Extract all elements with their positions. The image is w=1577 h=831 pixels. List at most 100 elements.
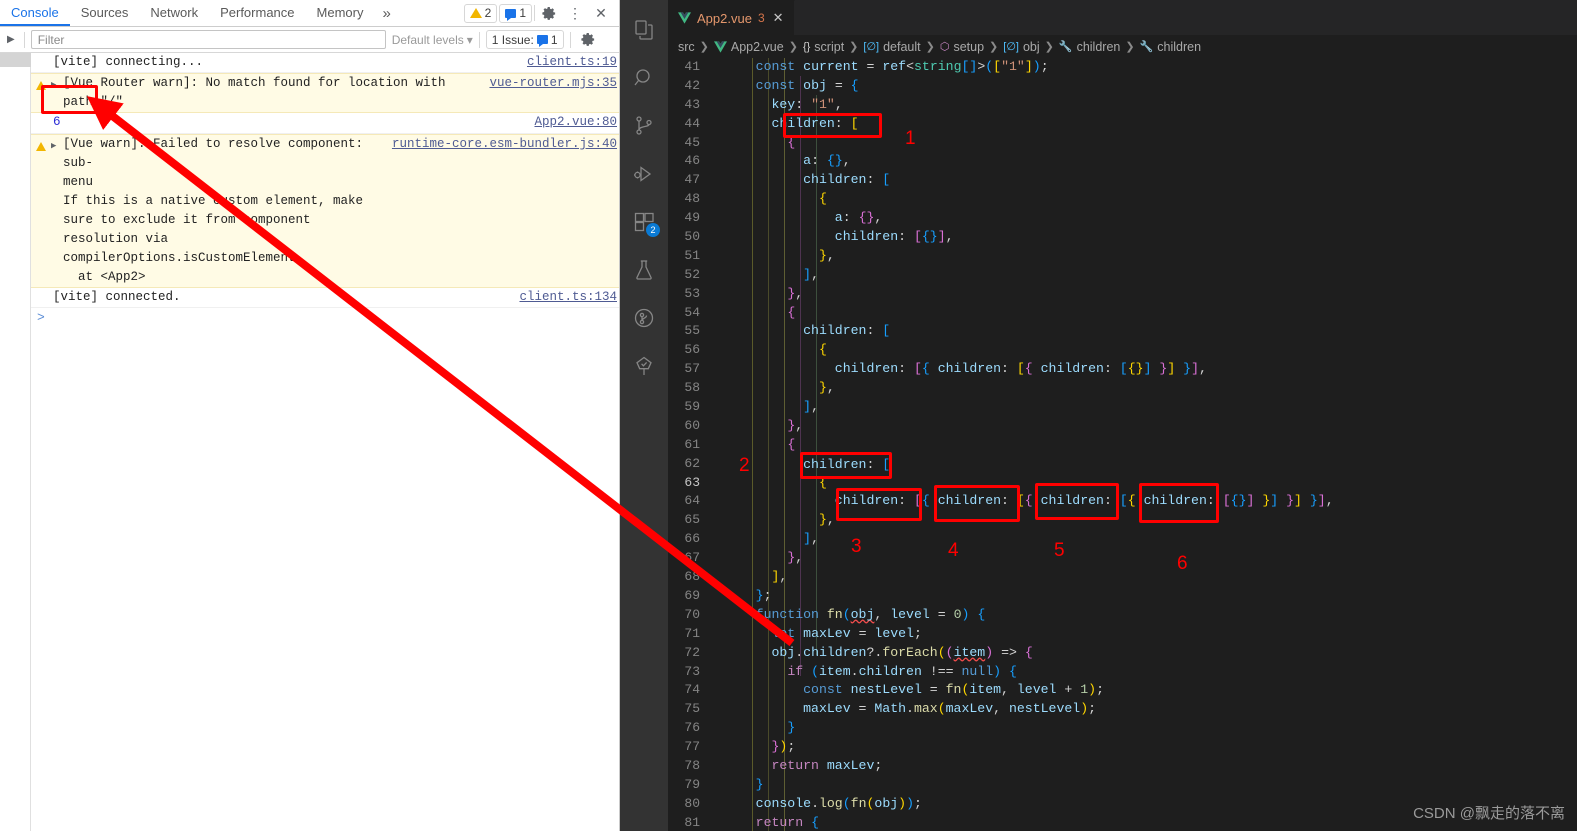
tab-app2-vue[interactable]: App2.vue 3 ✕ bbox=[668, 0, 795, 35]
sidebar-toggle-icon[interactable]: ▶ bbox=[4, 34, 18, 45]
tab-memory[interactable]: Memory bbox=[306, 0, 375, 26]
code-editor[interactable]: 41 const current = ref<string[]>(["1"]);… bbox=[668, 58, 1577, 831]
code-line[interactable]: 50 children: [{}], bbox=[668, 228, 1577, 247]
code-line[interactable]: 41 const current = ref<string[]>(["1"]); bbox=[668, 58, 1577, 77]
code-line[interactable]: 47 children: [ bbox=[668, 171, 1577, 190]
code-line[interactable]: 62 children: [ bbox=[668, 454, 1577, 474]
code-line[interactable]: 56 { bbox=[668, 341, 1577, 360]
breadcrumb-item-setup[interactable]: ⬡ setup bbox=[940, 40, 984, 54]
source-control-icon[interactable] bbox=[620, 102, 668, 150]
extensions-icon[interactable]: 2 bbox=[620, 198, 668, 246]
project-tree-icon[interactable] bbox=[620, 342, 668, 390]
warning-count-badge[interactable]: 2 bbox=[463, 3, 498, 23]
search-icon[interactable] bbox=[620, 54, 668, 102]
code-line[interactable]: 49 a: {}, bbox=[668, 209, 1577, 228]
code-line[interactable]: 63 { bbox=[668, 474, 1577, 493]
console-source-link[interactable]: client.ts:134 bbox=[511, 288, 617, 307]
close-devtools-icon[interactable]: ✕ bbox=[589, 2, 613, 24]
expand-triangle-icon[interactable]: ▶ bbox=[51, 135, 61, 156]
code-line[interactable]: 57 children: [{ children: [{ children: [… bbox=[668, 360, 1577, 379]
issues-badge[interactable]: 1 Issue: 1 bbox=[485, 30, 564, 49]
code-line[interactable]: 80 console.log(fn(obj)); bbox=[668, 795, 1577, 814]
code-line[interactable]: 69 }; bbox=[668, 587, 1577, 606]
code-line[interactable]: 46 a: {}, bbox=[668, 152, 1577, 171]
code-line[interactable]: 65 }, bbox=[668, 511, 1577, 530]
code-line[interactable]: 53 }, bbox=[668, 285, 1577, 304]
code-line[interactable]: 45 { bbox=[668, 134, 1577, 153]
console-source-link[interactable]: App2.vue:80 bbox=[526, 113, 617, 132]
code-line[interactable]: 60 }, bbox=[668, 417, 1577, 436]
message-count-badge[interactable]: 1 bbox=[499, 3, 532, 23]
code-line[interactable]: 71 let maxLev = level; bbox=[668, 625, 1577, 644]
code-line[interactable]: 51 }, bbox=[668, 247, 1577, 266]
code-line[interactable]: 58 }, bbox=[668, 379, 1577, 398]
code-line[interactable]: 79 } bbox=[668, 776, 1577, 795]
breadcrumb-separator-icon: ❯ bbox=[1044, 41, 1054, 53]
code-line[interactable]: 42 const obj = { bbox=[668, 77, 1577, 96]
code-line[interactable]: 43 key: "1", bbox=[668, 96, 1577, 115]
code-line[interactable]: 68 ], bbox=[668, 568, 1577, 587]
console-source-link[interactable]: runtime-core.esm-bundler.js:40 bbox=[384, 135, 617, 154]
code-line[interactable]: 67 }, bbox=[668, 549, 1577, 568]
code-line[interactable]: 78 return maxLev; bbox=[668, 757, 1577, 776]
tab-sources-label: Sources bbox=[80, 4, 129, 20]
console-prompt[interactable]: > bbox=[31, 308, 619, 325]
code-line[interactable]: 81 return { bbox=[668, 814, 1577, 831]
console-row[interactable]: 6 App2.vue:80 bbox=[31, 113, 619, 134]
code-line[interactable]: 72 obj.children?.forEach((item) => { bbox=[668, 644, 1577, 663]
console-row[interactable]: [vite] connected. client.ts:134 bbox=[31, 288, 619, 308]
code-line[interactable]: 44 children: [ bbox=[668, 115, 1577, 134]
code-line[interactable]: 48 { bbox=[668, 190, 1577, 209]
settings-gear-icon[interactable] bbox=[537, 2, 561, 24]
default-levels-dropdown[interactable]: Default levels ▾ bbox=[392, 33, 473, 47]
breadcrumb-item-src[interactable]: src bbox=[678, 40, 695, 54]
more-options-kebab-icon[interactable]: ⋮ bbox=[563, 2, 587, 24]
breadcrumb-item-app2vue[interactable]: App2.vue bbox=[713, 40, 784, 54]
code-text: console.log(fn(obj)); bbox=[755, 795, 922, 811]
code-line[interactable]: 76 } bbox=[668, 719, 1577, 738]
filter-input[interactable] bbox=[30, 30, 386, 49]
code-line[interactable]: 61 { bbox=[668, 436, 1577, 455]
testing-flask-icon[interactable] bbox=[620, 246, 668, 294]
console-source-link[interactable]: vue-router.mjs:35 bbox=[481, 74, 617, 93]
breadcrumb-item-obj[interactable]: [∅] obj bbox=[1003, 40, 1039, 54]
console-settings-gear-icon[interactable] bbox=[577, 29, 601, 51]
code-line[interactable]: 73 if (item.children !== null) { bbox=[668, 663, 1577, 682]
breadcrumb-item-default[interactable]: [∅] default bbox=[863, 40, 920, 54]
code-line[interactable]: 66 ], bbox=[668, 530, 1577, 549]
row-icon-slot bbox=[31, 113, 51, 117]
git-graph-icon[interactable] bbox=[620, 294, 668, 342]
run-and-debug-icon[interactable] bbox=[620, 150, 668, 198]
extensions-badge: 2 bbox=[646, 223, 660, 237]
breadcrumb-item-children-1[interactable]: 🔧 children bbox=[1059, 40, 1120, 54]
expand-triangle-icon[interactable]: ▶ bbox=[51, 74, 61, 95]
code-line[interactable]: 59 ], bbox=[668, 398, 1577, 417]
console-source-link[interactable]: client.ts:19 bbox=[519, 53, 617, 72]
line-number: 77 bbox=[684, 739, 700, 755]
code-line[interactable]: 54 { bbox=[668, 304, 1577, 323]
line-number: 69 bbox=[684, 587, 700, 603]
code-line[interactable]: 52 ], bbox=[668, 266, 1577, 285]
breadcrumb-item-script[interactable]: {} script bbox=[803, 40, 844, 54]
tab-sources[interactable]: Sources bbox=[70, 0, 140, 26]
code-line[interactable]: 77 }); bbox=[668, 738, 1577, 757]
more-tabs-icon[interactable]: » bbox=[374, 0, 398, 26]
code-text: { bbox=[787, 134, 796, 150]
console-row[interactable]: [vite] connecting... client.ts:19 bbox=[31, 53, 619, 73]
code-line[interactable]: 55 children: [ bbox=[668, 322, 1577, 341]
tab-performance[interactable]: Performance bbox=[209, 0, 305, 26]
issues-bubble-icon bbox=[536, 35, 548, 47]
filter-divider-2 bbox=[478, 31, 480, 48]
code-line[interactable]: 74 const nestLevel = fn(item, level + 1)… bbox=[668, 681, 1577, 700]
tab-network[interactable]: Network bbox=[139, 0, 209, 26]
explorer-icon[interactable] bbox=[620, 6, 668, 54]
code-line[interactable]: 75 maxLev = Math.max(maxLev, nestLevel); bbox=[668, 700, 1577, 719]
code-line[interactable]: 70 function fn(obj, level = 0) { bbox=[668, 606, 1577, 625]
breadcrumb-item-children-2[interactable]: 🔧 children bbox=[1140, 40, 1201, 54]
code-text: }); bbox=[771, 739, 796, 755]
tab-console[interactable]: Console bbox=[0, 0, 70, 26]
console-row[interactable]: ▶ [Vue Router warn]: No match found for … bbox=[31, 73, 619, 113]
console-row[interactable]: ▶ [Vue warn]: Failed to resolve componen… bbox=[31, 134, 619, 288]
code-line[interactable]: 64 children: [{ children: [{ children: [… bbox=[668, 492, 1577, 511]
tab-close-icon[interactable]: ✕ bbox=[773, 10, 784, 26]
